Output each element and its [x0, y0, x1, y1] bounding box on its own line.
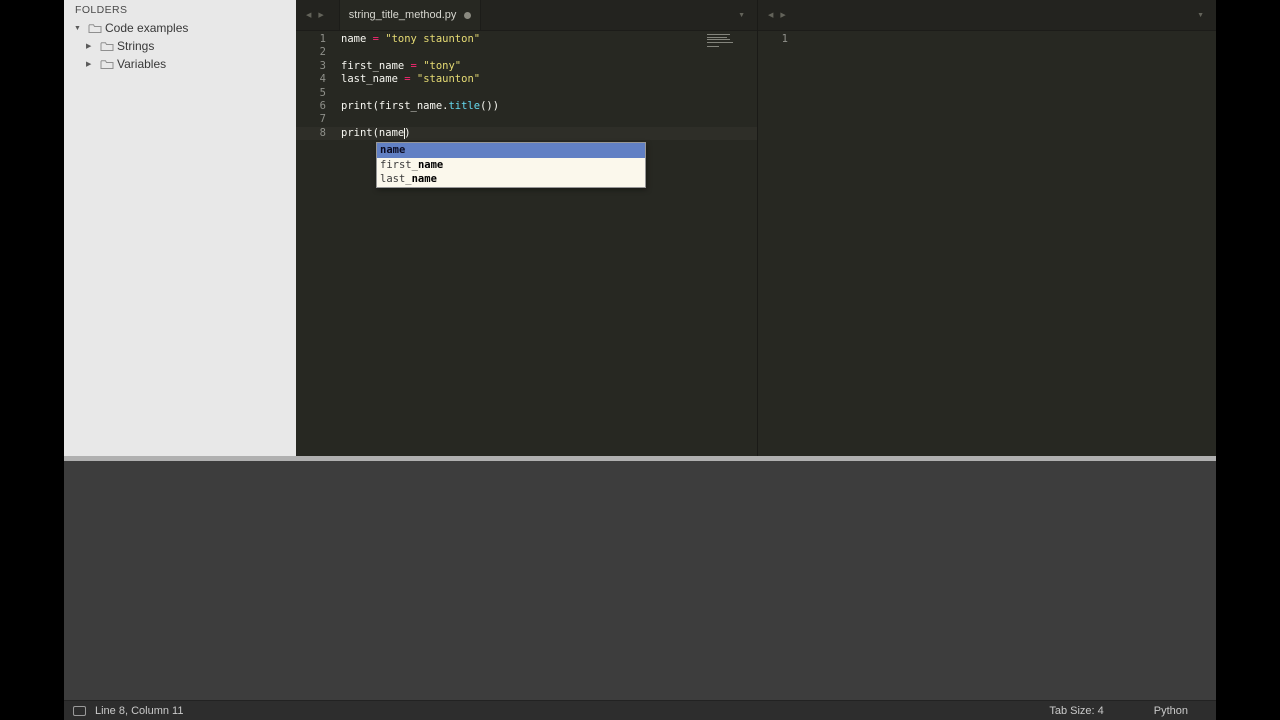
minimap-line — [707, 39, 730, 41]
code-text: first_name = "tony" — [341, 59, 462, 72]
expand-arrow-icon[interactable]: ▶ — [86, 60, 100, 68]
minimap-line — [707, 45, 719, 47]
minimap-line — [707, 34, 730, 35]
editor-pane-left: ◀ ▶ string_title_method.py ▼ 1 name = "to… — [296, 0, 757, 456]
code-text: name = "tony staunton" — [341, 33, 481, 45]
status-bar-right: Tab Size: 4 Python — [1049, 705, 1188, 717]
tab-scroll-right-icon[interactable]: ▶ — [318, 11, 323, 19]
left-code-area[interactable]: 1 name = "tony staunton" 2 3 first_name = "t… — [296, 31, 757, 141]
autocomplete-item-match: name — [411, 173, 437, 186]
line-number: 5 — [319, 86, 326, 99]
folders-header: FOLDERS — [75, 4, 128, 16]
collapse-arrow-icon[interactable]: ▼ — [74, 25, 88, 32]
tab-title: string_title_method.py — [348, 9, 457, 21]
sidebar-item-variables[interactable]: ▶ Variables — [64, 55, 296, 73]
code-line[interactable]: 7 — [296, 113, 757, 126]
autocomplete-item-name[interactable]: name — [377, 143, 645, 158]
folder-label: Strings — [117, 39, 155, 53]
sidebar-item-code-examples[interactable]: ▼ Code examples — [64, 19, 296, 37]
code-line[interactable]: 3 first_name = "tony" — [296, 60, 757, 73]
minimap-line — [707, 42, 733, 44]
autocomplete-item-prefix: first_ — [380, 158, 418, 171]
tab-string-title-method[interactable]: string_title_method.py — [338, 0, 482, 30]
line-number: 6 — [319, 100, 326, 113]
expand-arrow-icon[interactable]: ▶ — [86, 42, 100, 50]
code-line[interactable]: 5 — [296, 87, 757, 100]
code-line[interactable]: 2 — [296, 46, 757, 59]
folder-icon — [88, 23, 105, 34]
empty-lower-group — [64, 461, 1216, 700]
left-tab-bar: ◀ ▶ string_title_method.py ▼ — [296, 0, 757, 31]
code-line[interactable]: 6 print(first_name.title()) — [296, 100, 757, 113]
folder-label: Code examples — [105, 21, 189, 35]
autocomplete-item-match: name — [417, 158, 444, 171]
line-number: 1 — [319, 33, 326, 45]
tab-list-dropdown-icon[interactable]: ▼ — [738, 12, 745, 19]
code-line[interactable]: 8 print(name) — [296, 126, 757, 141]
autocomplete-item-first_name[interactable]: first_name — [377, 158, 645, 173]
status-bar: Line 8, Column 11 Tab Size: 4 Python — [64, 700, 1216, 720]
tab-nav-arrows: ◀ ▶ — [306, 11, 324, 19]
folder-icon — [100, 59, 117, 70]
folder-label: Variables — [117, 57, 167, 71]
code-text: last_name = "staunton" — [341, 73, 481, 86]
right-tab-bar: ◀ ▶ ▼ — [758, 0, 1216, 31]
tab-nav-arrows: ◀ ▶ — [768, 11, 786, 19]
autocomplete-item-prefix: last_ — [380, 173, 412, 186]
folder-tree: ▼ Code examples ▶ Strings ▶ Variables — [64, 19, 296, 73]
sidebar: FOLDERS ▼ Code examples ▶ Strings ▶ Variables — [64, 0, 296, 456]
line-number: 3 — [319, 59, 326, 72]
autocomplete-item-match: name — [380, 144, 406, 156]
tab-size-status[interactable]: Tab Size: 4 — [1049, 705, 1103, 717]
right-code-lines: 1 — [758, 33, 1216, 46]
sublime-window: FOLDERS ▼ Code examples ▶ Strings ▶ Variables… — [64, 0, 1216, 720]
autocomplete-item-last_name[interactable]: last_name — [377, 172, 645, 187]
editor-pane-right: ◀ ▶ ▼ 1 — [757, 0, 1216, 456]
code-line[interactable]: 1 name = "tony staunton" — [296, 33, 757, 46]
code-line[interactable]: 1 — [758, 33, 1216, 46]
tab-scroll-right-icon[interactable]: ▶ — [780, 11, 785, 19]
tab-scroll-left-icon[interactable]: ◀ — [768, 11, 773, 19]
folder-icon — [100, 41, 117, 52]
tab-scroll-left-icon[interactable]: ◀ — [306, 11, 311, 19]
tab-list-dropdown-icon[interactable]: ▼ — [1197, 12, 1204, 19]
line-number: 2 — [319, 46, 326, 59]
syntax-status[interactable]: Python — [1154, 705, 1188, 717]
minimap[interactable] — [707, 34, 733, 48]
sidebar-item-strings[interactable]: ▶ Strings — [64, 37, 296, 55]
line-number: 7 — [319, 113, 326, 126]
code-text: print(name) — [341, 126, 411, 139]
panel-toggle-icon[interactable] — [73, 705, 86, 716]
modified-indicator-icon — [464, 11, 472, 19]
code-line[interactable]: 4 last_name = "staunton" — [296, 73, 757, 86]
line-number: 1 — [781, 33, 788, 45]
left-code-lines: 1 name = "tony staunton" 2 3 first_name = "t… — [296, 33, 757, 141]
line-number: 4 — [319, 73, 326, 86]
cursor-position-status: Line 8, Column 11 — [95, 704, 184, 717]
right-code-area[interactable]: 1 — [758, 31, 1216, 46]
line-number: 8 — [319, 126, 326, 139]
code-text: print(first_name.title()) — [341, 100, 500, 113]
editor-group: ◀ ▶ string_title_method.py ▼ 1 name = "to… — [296, 0, 1216, 456]
autocomplete-popup: name first_name last_name — [376, 142, 646, 188]
